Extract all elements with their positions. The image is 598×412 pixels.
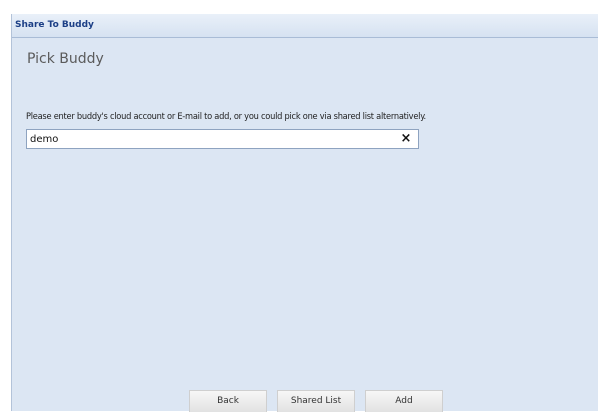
shared-list-button[interactable]: Shared List xyxy=(277,390,355,412)
add-button[interactable]: Add xyxy=(365,390,443,412)
buddy-input[interactable] xyxy=(27,130,397,148)
clear-icon[interactable]: × xyxy=(399,131,413,147)
back-button[interactable]: Back xyxy=(189,390,267,412)
dialog-titlebar: Share To Buddy xyxy=(12,14,598,38)
dialog-title: Share To Buddy xyxy=(15,20,94,30)
instruction-text: Please enter buddy's cloud account or E-… xyxy=(26,111,426,122)
page-heading: Pick Buddy xyxy=(27,51,104,67)
buddy-input-container: × xyxy=(26,129,419,149)
share-to-buddy-dialog: Share To Buddy Pick Buddy Please enter b… xyxy=(11,14,598,412)
